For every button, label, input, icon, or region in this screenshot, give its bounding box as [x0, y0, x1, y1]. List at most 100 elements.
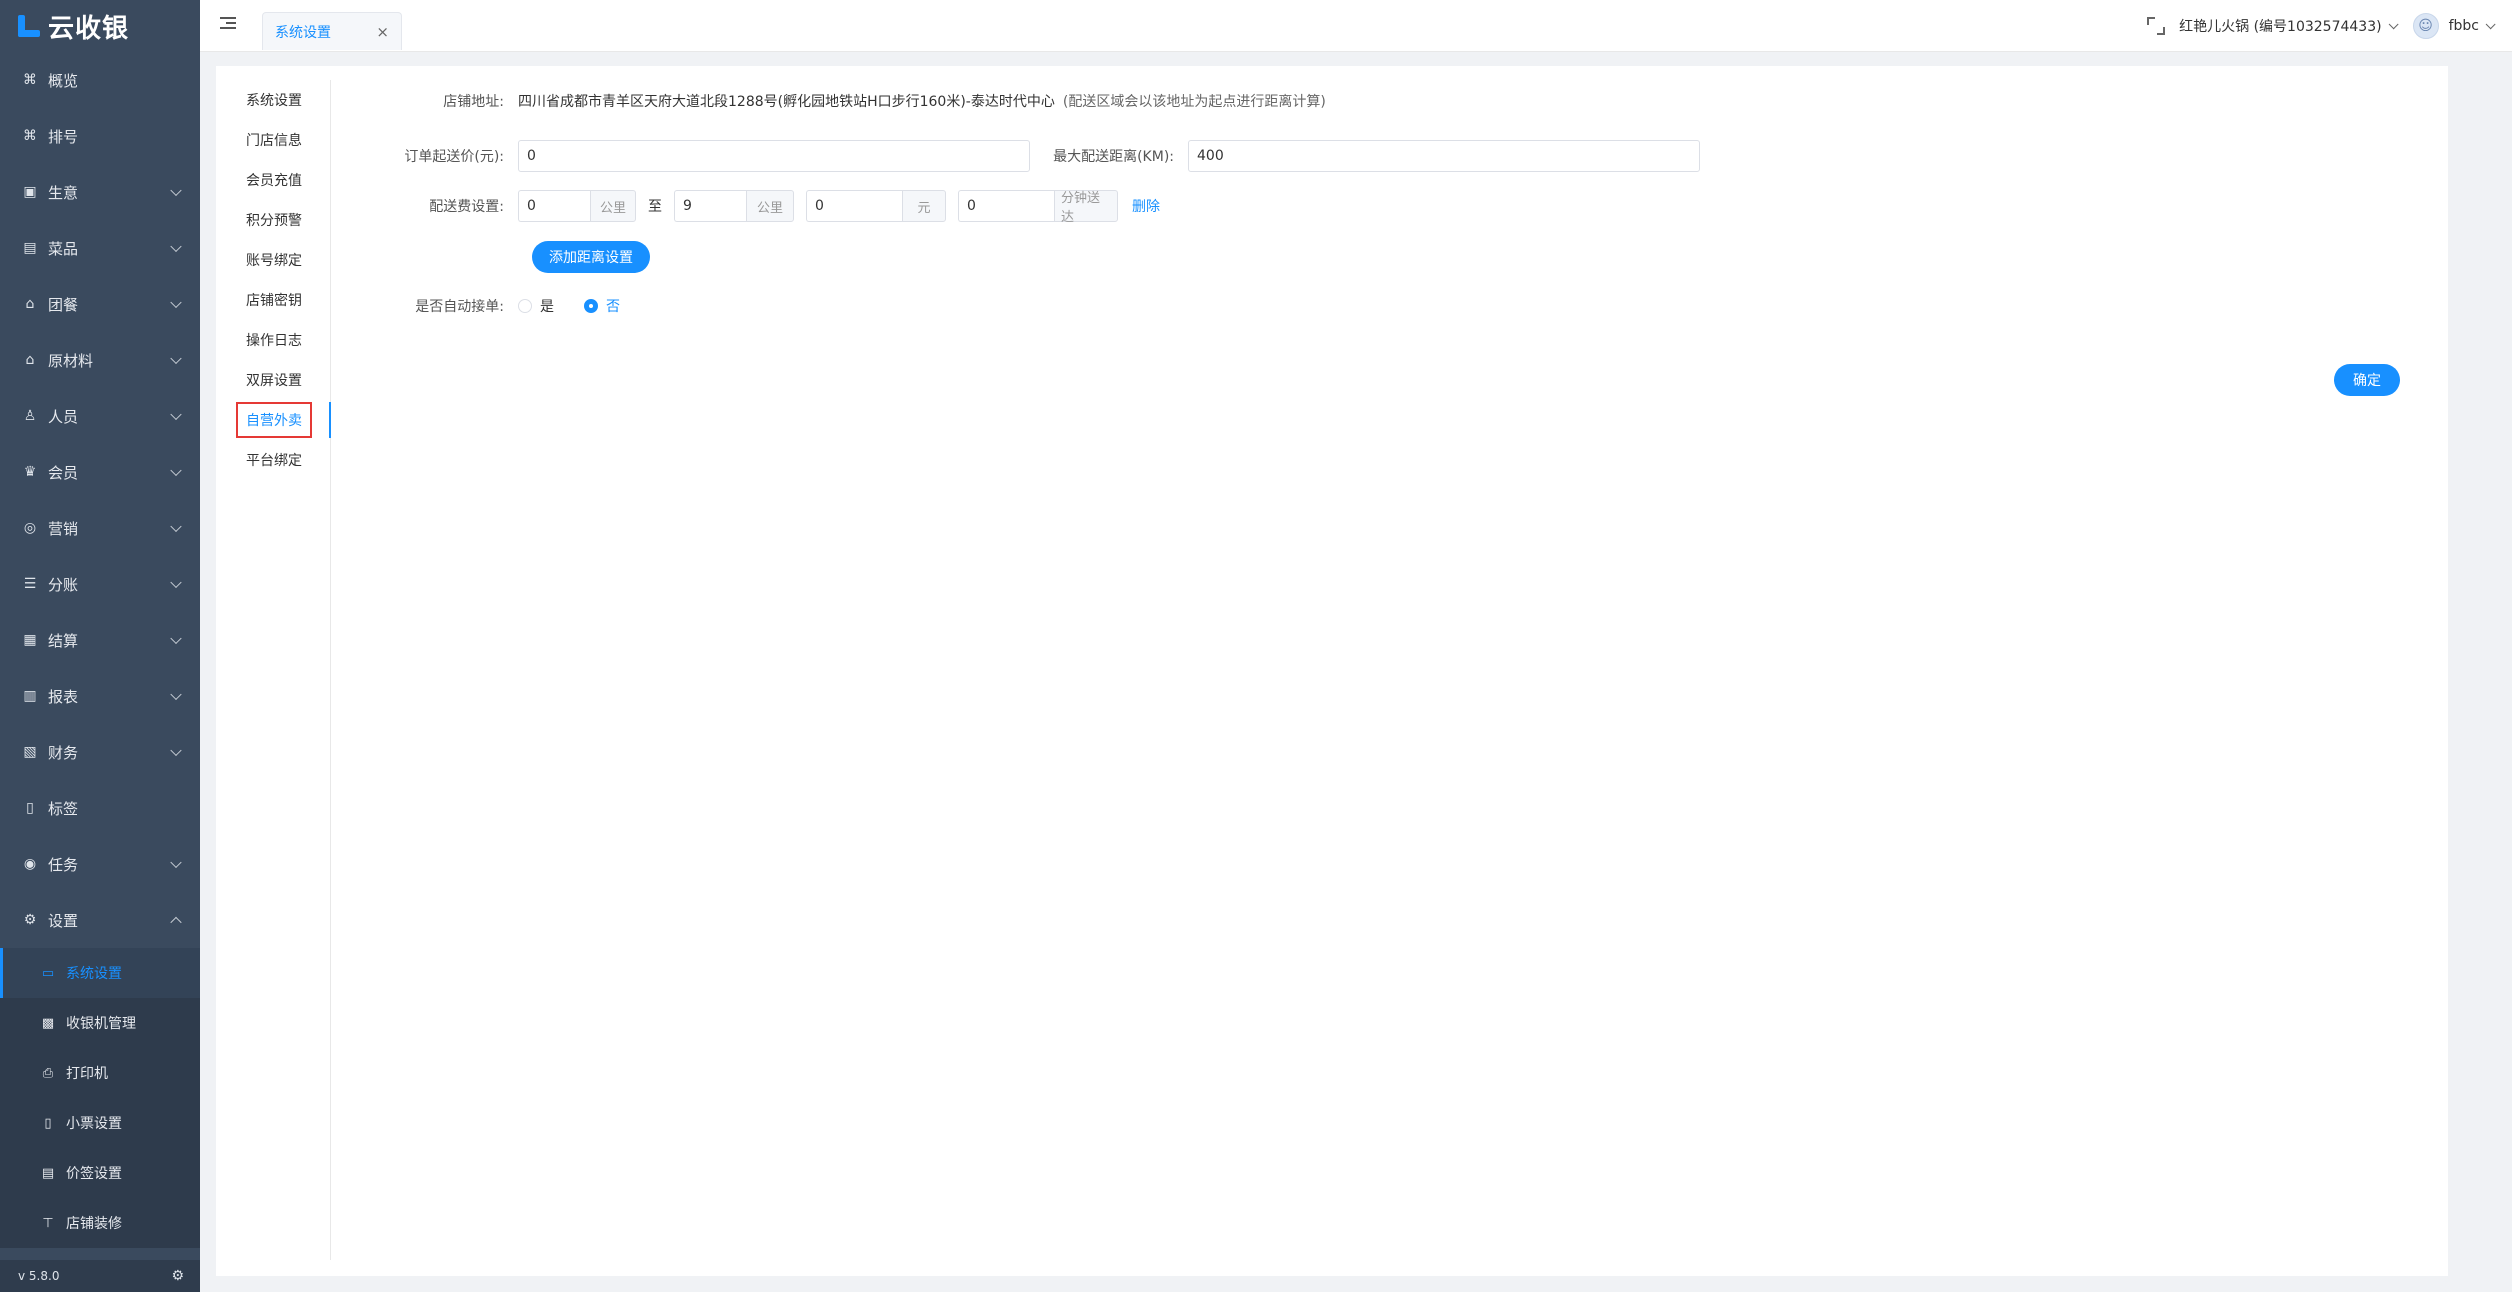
sidebar-subitem-4[interactable]: ▤ 价签设置 — [0, 1148, 200, 1198]
fee-price-input[interactable]: 0 — [806, 190, 902, 222]
fee-from-unit: 公里 — [590, 190, 636, 222]
auto-accept-yes-label: 是 — [540, 299, 554, 315]
auto-accept-yes-radio[interactable]: 是 — [518, 296, 554, 316]
chevron-down-icon — [170, 184, 182, 197]
tab-label: 系统设置 — [275, 24, 331, 41]
delete-link[interactable]: 删除 — [1132, 196, 1160, 216]
split-account-icon: ☰ — [23, 576, 37, 592]
auto-accept-no-radio[interactable]: 否 — [584, 296, 620, 316]
sidebar-item-label: 生意 — [48, 183, 79, 202]
add-distance-button[interactable]: 添加距离设置 — [532, 241, 650, 273]
staff-icon: ♙ — [23, 408, 37, 424]
chevron-up-icon — [170, 916, 182, 929]
sidebar-subitem-label: 店铺装修 — [66, 1216, 122, 1232]
fee-time-unit: 分钟送达 — [1054, 190, 1118, 225]
tag-icon: ▯ — [26, 800, 34, 816]
sidebar-item-14[interactable]: ◉ 任务 — [0, 836, 200, 892]
max-distance-input[interactable]: 400 — [1188, 140, 1700, 172]
version-bar: v 5.8.0 ⚙ — [0, 1260, 200, 1292]
address-row: 店铺地址: 四川省成都市青羊区天府大道北段1288号(孵化园地铁站H口步行160… — [332, 91, 1326, 111]
sidebar-item-label: 结算 — [48, 631, 79, 650]
sidebar-item-1[interactable]: ⌘ 排号 — [0, 108, 200, 164]
settings-nav-item-9[interactable]: 平台绑定 — [216, 440, 330, 480]
gear-icon[interactable]: ⚙ — [171, 1268, 184, 1284]
fee-from-input[interactable]: 0 — [518, 190, 590, 222]
fee-time-input[interactable]: 0 — [958, 190, 1054, 222]
sidebar-item-15[interactable]: ⚙ 设置 — [0, 892, 200, 948]
sidebar-subitem-label: 系统设置 — [66, 966, 122, 982]
confirm-button[interactable]: 确定 — [2334, 364, 2400, 396]
fee-price-group: 0 元 — [806, 190, 946, 222]
sidebar-item-4[interactable]: ⌂ 团餐 — [0, 276, 200, 332]
chevron-down-icon[interactable] — [2485, 18, 2496, 29]
sidebar-subitem-3[interactable]: ▯ 小票设置 — [0, 1098, 200, 1148]
sidebar-subitem-label: 价签设置 — [66, 1166, 122, 1182]
min-order-input[interactable]: 0 — [518, 140, 1030, 172]
auto-accept-row: 是否自动接单: 是 否 — [332, 296, 650, 316]
dishes-icon: ▤ — [23, 240, 37, 256]
settings-nav-item-4[interactable]: 账号绑定 — [216, 240, 330, 280]
min-order-label: 订单起送价(元): — [404, 149, 504, 165]
sidebar-item-0[interactable]: ⌘ 概览 — [0, 52, 200, 108]
sidebar-item-12[interactable]: ▧ 财务 — [0, 724, 200, 780]
address-hint: (配送区域会以该地址为起点进行距离计算) — [1062, 94, 1326, 110]
menu-toggle-icon[interactable] — [220, 17, 236, 31]
fee-to-input[interactable]: 9 — [674, 190, 746, 222]
settlement-icon: ▦ — [23, 632, 37, 648]
sidebar-subitem-1[interactable]: ▩ 收银机管理 — [0, 998, 200, 1048]
sidebar-item-8[interactable]: ◎ 营销 — [0, 500, 200, 556]
sidebar-item-label: 会员 — [48, 463, 79, 482]
fullscreen-icon[interactable] — [2147, 17, 2166, 35]
sidebar: 云收银 ⌘ 概览 ⌘ 排号 ▣ 生意 ▤ 菜品 ⌂ 团餐 ⌂ 原材料 ♙ 人员 ♛ 会员 ◎ 营销 ☰ 分账 ▦ 结算 ▥ 报… — [0, 0, 200, 1292]
avatar[interactable]: ☺ — [2412, 13, 2439, 39]
sidebar-item-label: 概览 — [48, 71, 79, 90]
add-distance-row: 添加距离设置 — [532, 241, 650, 273]
user-name[interactable]: fbbc — [2449, 18, 2479, 34]
sidebar-subitem-0[interactable]: ▭ 系统设置 — [0, 948, 200, 998]
auto-accept-label: 是否自动接单: — [415, 299, 504, 315]
sidebar-item-2[interactable]: ▣ 生意 — [0, 164, 200, 220]
tab-system-settings[interactable]: 系统设置 × — [262, 12, 402, 50]
fee-time-group: 0 分钟送达 — [958, 190, 1118, 225]
sidebar-item-11[interactable]: ▥ 报表 — [0, 668, 200, 724]
sidebar-item-6[interactable]: ♙ 人员 — [0, 388, 200, 444]
app-logo[interactable]: 云收银 — [0, 0, 200, 52]
sidebar-item-label: 设置 — [48, 911, 79, 930]
settings-nav-item-5[interactable]: 店铺密钥 — [216, 280, 330, 320]
queue-icon: ⌘ — [23, 128, 37, 144]
fee-to-group: 9 公里 — [674, 190, 794, 222]
settings-nav-label: 会员充值 — [246, 173, 302, 189]
receipt-icon: ▯ — [44, 1115, 52, 1131]
settings-nav-item-2[interactable]: 会员充值 — [216, 160, 330, 200]
sidebar-subitem-2[interactable]: ⎙ 打印机 — [0, 1048, 200, 1098]
finance-icon: ▧ — [23, 744, 37, 760]
settings-nav-label: 系统设置 — [246, 93, 302, 109]
chevron-down-icon — [170, 856, 182, 869]
chevron-down-icon — [170, 408, 182, 421]
settings-nav-item-1[interactable]: 门店信息 — [216, 120, 330, 160]
sidebar-item-7[interactable]: ♛ 会员 — [0, 444, 200, 500]
address-label: 店铺地址: — [443, 94, 504, 110]
sidebar-subitem-5[interactable]: ⊤ 店铺装修 — [0, 1198, 200, 1248]
price-tag-icon: ▤ — [41, 1165, 55, 1181]
settings-nav: 系统设置门店信息会员充值积分预警 账号绑定 店铺密钥 操作日志 双屏设置 自营外卖平台绑定 — [216, 80, 331, 1260]
sidebar-item-9[interactable]: ☰ 分账 — [0, 556, 200, 612]
settings-nav-item-6[interactable]: 操作日志 — [216, 320, 330, 360]
report-icon: ▥ — [23, 688, 37, 704]
settings-submenu: ▭ 系统设置 ▩ 收银机管理 ⎙ 打印机 ▯ 小票设置 ▤ 价签设置 ⊤ 店铺装修 — [0, 948, 200, 1248]
printer-icon: ⎙ — [42, 1065, 54, 1081]
business-icon: ▣ — [23, 184, 37, 200]
settings-nav-label: 平台绑定 — [246, 453, 302, 469]
sidebar-item-13[interactable]: ▯ 标签 — [0, 780, 200, 836]
store-selector[interactable]: 红艳儿火锅 (编号1032574433) — [2179, 16, 2381, 36]
sidebar-item-10[interactable]: ▦ 结算 — [0, 612, 200, 668]
settings-nav-item-8[interactable]: 自营外卖 — [216, 400, 331, 440]
settings-nav-item-3[interactable]: 积分预警 — [216, 200, 330, 240]
sidebar-item-5[interactable]: ⌂ 原材料 — [0, 332, 200, 388]
settings-nav-item-7[interactable]: 双屏设置 — [216, 360, 330, 400]
chevron-down-icon — [170, 744, 182, 757]
close-icon[interactable]: × — [376, 23, 389, 41]
settings-nav-item-0[interactable]: 系统设置 — [216, 80, 330, 120]
chevron-down-icon[interactable] — [2388, 18, 2399, 29]
sidebar-item-3[interactable]: ▤ 菜品 — [0, 220, 200, 276]
